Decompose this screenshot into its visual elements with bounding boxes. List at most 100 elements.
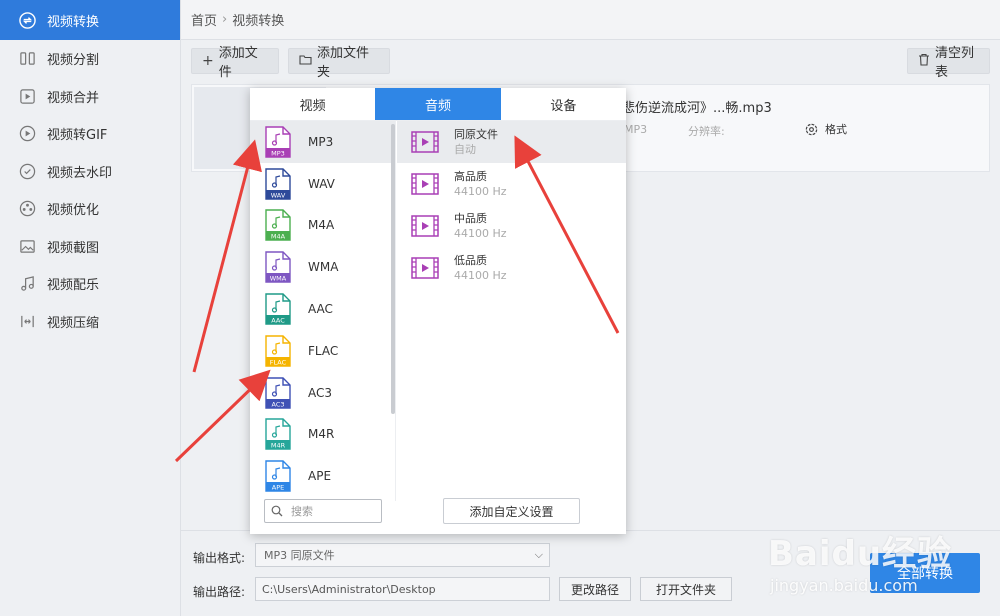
format-icon-label: MP3 [271,149,285,157]
tab-device[interactable]: 设备 [501,88,626,120]
format-icon-label: WAV [271,191,286,199]
add-file-button[interactable]: + 添加文件 [191,46,279,80]
format-item-mp3[interactable]: MP3 MP3 [250,121,395,163]
sidebar-item-video-merge[interactable]: 视频合并 [0,78,180,116]
format-item-ac3[interactable]: AC3 AC3 [250,372,395,414]
format-icon-label: AAC [271,317,285,325]
sidebar-item-video-watermark[interactable]: 视频去水印 [0,153,180,191]
sidebar: 视频转换 视频分割 视频合并 视频转GIF 视频去水印 视频优化 视频截图 视频… [0,0,181,616]
quality-sub: 44100 Hz [454,226,507,240]
search-placeholder: 搜索 [291,505,313,518]
format-name: MP3 [308,134,334,149]
format-item-wav[interactable]: WAV WAV [250,163,395,205]
audio-file-icon: M4A [265,209,291,242]
quality-title: 高品质 [454,169,487,183]
optimize-icon [18,200,36,218]
change-path-button[interactable]: 更改路径 [559,577,631,601]
output-path-label: 输出路径: [193,585,246,599]
sidebar-item-label: 视频转GIF [47,128,108,144]
quality-title: 同原文件 [454,127,498,141]
quality-text: 同原文件 自动 [454,127,498,158]
music-icon [18,275,36,293]
sidebar-item-video-gif[interactable]: 视频转GIF [0,115,180,153]
quality-item[interactable]: 低品质 44100 Hz [397,247,626,289]
sidebar-item-video-split[interactable]: 视频分割 [0,40,180,78]
output-path-field[interactable]: C:\Users\Administrator\Desktop [255,577,550,601]
quality-text: 低品质 44100 Hz [454,253,507,284]
watermark-url: jingyan.baidu.com [770,576,918,595]
output-format-select[interactable]: MP3 同原文件 ⌵ [255,543,550,567]
plus-icon: + [202,53,214,69]
add-folder-label: 添加文件夹 [317,46,370,80]
quality-item[interactable]: 高品质 44100 Hz [397,163,626,205]
search-icon [271,505,283,517]
add-file-label: 添加文件 [218,46,258,80]
sidebar-item-video-music[interactable]: 视频配乐 [0,265,180,303]
format-name: M4R [308,427,335,442]
audio-file-icon: FLAC [265,335,291,367]
quality-sub: 44100 Hz [454,268,507,282]
breadcrumb-current: 视频转换 [232,14,285,29]
gif-icon [18,125,36,143]
format-button[interactable]: 格式 [804,121,847,137]
format-icon-label: WMA [270,275,287,283]
sidebar-item-video-optimize[interactable]: 视频优化 [0,190,180,228]
folder-icon [299,53,312,69]
film-icon [411,131,439,153]
quality-sub: 44100 Hz [454,184,507,198]
sidebar-item-label: 视频去水印 [47,165,113,181]
format-name: WAV [308,176,335,191]
format-item-m4a[interactable]: M4A M4A [250,205,395,247]
output-format-label: 输出格式: [193,551,246,565]
quality-sub: 自动 [454,142,476,156]
sidebar-item-label: 视频截图 [47,240,100,256]
film-icon [411,257,439,279]
clear-list-button[interactable]: 清空列表 [907,46,990,80]
format-item-ape[interactable]: APE APE [250,455,395,497]
quality-list: 同原文件 自动 高品质 44100 Hz 中品质 44100 Hz 低品质 44100 Hz [397,121,626,289]
quality-item[interactable]: 同原文件 自动 [397,121,626,163]
format-name: AC3 [308,385,333,400]
audio-file-icon: WMA [265,251,291,283]
toolbar: + 添加文件 添加文件夹 清空列表 [191,46,990,80]
file-name: 悲伤逆流成河》...畅.mp3 [622,101,772,116]
format-name: APE [308,469,332,484]
breadcrumb-home[interactable]: 首页 [191,10,217,29]
resolution-label: 分辨率: [688,125,725,138]
sidebar-item-label: 视频分割 [47,53,100,69]
format-item-m4r[interactable]: M4R M4R [250,414,395,456]
audio-file-icon: AC3 [265,376,291,409]
format-list-scrollbar[interactable] [391,124,395,414]
audio-file-icon: M4R [265,418,291,451]
format-name: AAC [308,302,333,317]
sidebar-item-label: 视频转换 [47,14,100,30]
film-icon [411,173,439,195]
tab-video[interactable]: 视频 [250,88,375,120]
format-popup: 视频 音频 设备 MP3 MP3 WAV WAV M4A M4A WMA WMA AAC AAC F… [250,88,626,534]
film-icon [411,215,439,237]
chevron-down-icon: ⌵ [534,548,543,561]
add-custom-settings-button[interactable]: 添加自定义设置 [443,498,580,524]
format-search-input[interactable]: 搜索 [264,499,382,523]
sidebar-item-video-compress[interactable]: 视频压缩 [0,303,180,341]
sidebar-item-video-screenshot[interactable]: 视频截图 [0,228,180,266]
quality-item[interactable]: 中品质 44100 Hz [397,205,626,247]
quality-text: 高品质 44100 Hz [454,169,507,200]
format-icon-label: M4R [271,442,286,450]
format-item-aac[interactable]: AAC AAC [250,288,395,330]
format-name: WMA [308,260,339,275]
sidebar-item-video-convert[interactable]: 视频转换 [0,0,180,40]
format-icon-label: M4A [271,233,286,241]
open-folder-button[interactable]: 打开文件夹 [640,577,732,601]
sidebar-item-label: 视频优化 [47,203,100,219]
format-item-wma[interactable]: WMA WMA [250,246,395,288]
format-item-flac[interactable]: FLAC FLAC [250,330,395,372]
trash-icon [918,53,930,70]
sidebar-item-label: 视频合并 [47,90,100,106]
add-folder-button[interactable]: 添加文件夹 [288,46,390,80]
audio-file-icon: MP3 [265,126,291,158]
tab-audio[interactable]: 音频 [375,88,501,120]
watermark-remove-icon [18,162,36,180]
quality-title: 低品质 [454,253,487,267]
format-list: MP3 MP3 WAV WAV M4A M4A WMA WMA AAC AAC FLAC FLAC AC… [250,121,396,501]
